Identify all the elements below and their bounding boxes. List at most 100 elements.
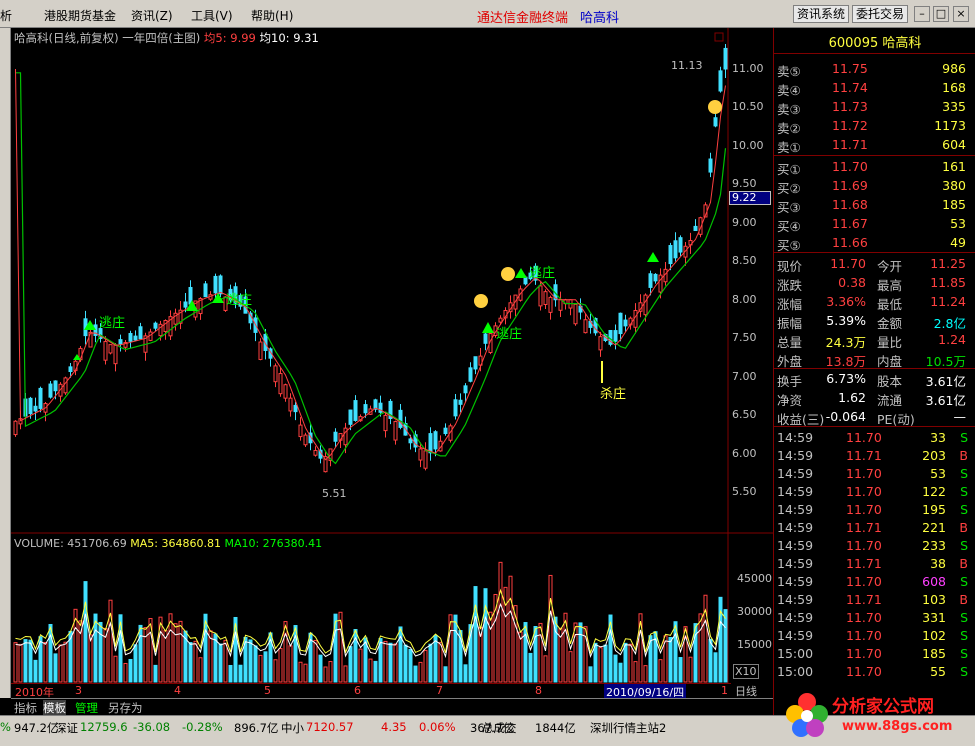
candle-body <box>718 70 723 92</box>
close-button[interactable]: × <box>953 6 969 22</box>
tab-indicator[interactable]: 指标 <box>14 700 37 716</box>
candle-body <box>363 404 368 414</box>
volume-bar <box>698 613 703 683</box>
volume-bar <box>403 644 408 683</box>
tick-price: 11.70 <box>846 502 882 517</box>
maximize-button[interactable]: □ <box>933 6 949 22</box>
tick-price: 11.71 <box>846 448 882 463</box>
candle-body <box>353 400 358 421</box>
volume-bar <box>278 648 283 683</box>
stat-value: 11.24 <box>930 294 966 309</box>
high-price-label: 11.13 <box>671 59 703 72</box>
candle-body <box>618 312 623 335</box>
buy-row: 买① 11.70 161 <box>774 157 975 177</box>
stat-value: — <box>953 409 967 424</box>
volume-bar <box>568 651 573 683</box>
menu-item-tools[interactable]: 工具(V) <box>191 7 233 24</box>
volume-bar <box>123 662 128 683</box>
tab-save-as[interactable]: 另存为 <box>108 700 143 716</box>
stat-value: 1.24 <box>938 332 966 347</box>
kline-chart[interactable] <box>11 28 773 683</box>
candle-body <box>473 356 478 370</box>
zx-index-name[interactable]: 中小 <box>281 720 304 736</box>
stock-code-name: 600095 哈高科 <box>828 36 922 51</box>
period-label[interactable]: 日线 <box>735 683 757 699</box>
chart-info-line: 哈高科(日线,前复权) 一年四倍(主图) 均5: 9.99 均10: 9.31 <box>14 30 319 46</box>
volume-bar <box>508 575 513 683</box>
server-name[interactable]: 深圳行情主站2 <box>590 720 666 736</box>
buy-price: 11.70 <box>832 159 868 174</box>
sell-volume: 335 <box>942 99 966 114</box>
trade-order-button[interactable]: 委托交易 <box>852 5 908 23</box>
volume-bar <box>193 640 198 683</box>
stat-row: 净资 1.62 流通 3.61亿 <box>774 388 975 408</box>
sell-volume: 986 <box>942 61 966 76</box>
candle-body <box>573 303 578 325</box>
menu-item-hk-futures[interactable]: 港股期货基金 <box>44 7 116 24</box>
candle-body <box>623 319 628 327</box>
minimize-button[interactable]: – <box>914 6 930 22</box>
volume-bar <box>473 586 478 683</box>
tick-price: 11.70 <box>846 664 882 679</box>
tick-row: 14:59 11.70 233 S <box>774 536 975 554</box>
y-tick: 6.50 <box>732 408 757 421</box>
candle-body <box>648 273 653 288</box>
tick-row: 14:59 11.70 122 S <box>774 482 975 500</box>
menu-item-help[interactable]: 帮助(H) <box>251 7 293 24</box>
vol-unit: X10 <box>733 664 759 679</box>
tick-volume: 53 <box>930 466 946 481</box>
candle-body <box>543 291 548 305</box>
tick-price: 11.70 <box>846 484 882 499</box>
menu-item-analysis[interactable]: 析 <box>0 7 12 24</box>
buy-row: 买③ 11.68 185 <box>774 195 975 215</box>
y-tick: 8.50 <box>732 254 757 267</box>
stat-row: 涨幅 3.36% 最低 11.24 <box>774 292 975 312</box>
candle-body <box>548 296 553 313</box>
stat-value: -0.064 <box>825 409 866 424</box>
tick-side: B <box>959 556 968 571</box>
total-turnover-label: 总成交 <box>482 721 517 735</box>
tick-volume: 331 <box>922 610 946 625</box>
candle-body <box>53 380 58 392</box>
candle-body <box>673 240 678 259</box>
watermark-title: 分析家公式网 <box>832 697 934 717</box>
sell-row: 卖② 11.72 1173 <box>774 116 975 136</box>
tick-volume: 608 <box>922 574 946 589</box>
volume-bar <box>548 574 553 683</box>
buy-price: 11.68 <box>832 197 868 212</box>
tick-time: 14:59 <box>777 430 814 445</box>
tick-side: S <box>960 574 968 589</box>
smiley-icon <box>501 267 515 281</box>
tick-row: 14:59 11.71 221 B <box>774 518 975 536</box>
stat-row: 外盘 13.8万 内盘 10.5万 <box>774 349 975 369</box>
y-tick: 8.00 <box>732 293 757 306</box>
buy-price: 11.66 <box>832 235 868 250</box>
y-tick: 9.00 <box>732 216 757 229</box>
volume-bar <box>198 657 203 683</box>
menu-item-info[interactable]: 资讯(Z) <box>131 7 173 24</box>
candle-body <box>108 344 113 354</box>
volume-bar <box>643 665 648 683</box>
tab-manage[interactable]: 管理 <box>75 700 98 716</box>
sell-price: 11.71 <box>832 137 868 152</box>
tick-row: 14:59 11.70 53 S <box>774 464 975 482</box>
sz-index-name[interactable]: 深证 <box>55 720 78 736</box>
date-tick: 1 <box>721 684 728 697</box>
volume-bar <box>343 665 348 683</box>
buy-row: 买⑤ 11.66 49 <box>774 233 975 253</box>
volume-bar <box>83 581 88 683</box>
volume-bar <box>603 644 608 683</box>
candle-body <box>433 431 438 450</box>
buy-volume: 49 <box>950 235 966 250</box>
volume-bar <box>328 661 333 683</box>
volume-info-line: VOLUME: 451706.69 MA5: 364860.81 MA10: 2… <box>14 537 322 550</box>
tick-price: 11.70 <box>846 538 882 553</box>
candle-body <box>393 421 398 441</box>
candle-body <box>283 384 288 399</box>
tab-template[interactable]: 模板 <box>43 700 66 716</box>
sz-index-value: 12759.6 <box>80 720 128 734</box>
status-prefix: % <box>0 720 11 734</box>
volume-bar <box>33 659 38 683</box>
volume-bar <box>668 637 673 683</box>
info-system-button[interactable]: 资讯系统 <box>793 5 849 23</box>
